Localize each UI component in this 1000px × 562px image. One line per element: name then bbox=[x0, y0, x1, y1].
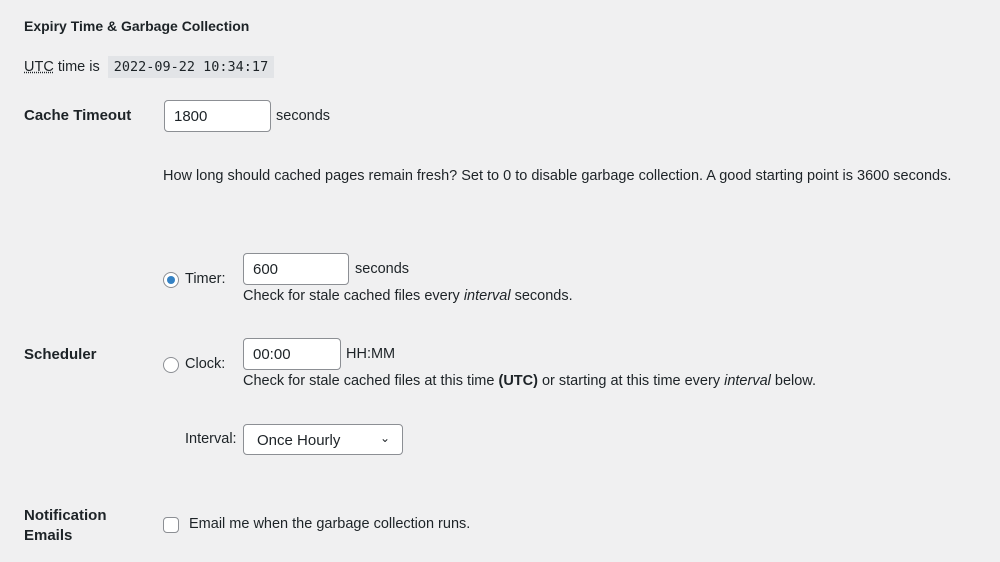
timer-desc-tail: seconds. bbox=[510, 288, 573, 304]
utc-time-row: UTC time is 2022-09-22 10:34:17 bbox=[24, 56, 275, 78]
timer-unit: seconds bbox=[355, 261, 410, 277]
timer-label: Timer: bbox=[185, 271, 226, 287]
interval-label: Interval: bbox=[185, 431, 237, 447]
timer-desc-text: Check for stale cached files every bbox=[243, 288, 464, 304]
clock-desc-utc: (UTC) bbox=[498, 373, 538, 389]
utc-prefix: time is bbox=[53, 59, 100, 75]
notification-emails-label: Notification Emails bbox=[24, 506, 107, 546]
timer-description: Check for stale cached files every inter… bbox=[243, 288, 573, 304]
cache-timeout-label: Cache Timeout bbox=[24, 107, 132, 124]
clock-desc-interval: interval bbox=[724, 373, 771, 389]
timer-radio[interactable] bbox=[163, 272, 179, 288]
clock-desc-mid: or starting at this time every bbox=[537, 373, 725, 389]
cache-timeout-unit: seconds bbox=[276, 108, 331, 124]
cache-timeout-description: How long should cached pages remain fres… bbox=[163, 168, 952, 184]
chevron-down-icon: ⌄ bbox=[379, 431, 390, 445]
clock-radio[interactable] bbox=[163, 357, 179, 373]
interval-selected-value: Once Hourly bbox=[257, 432, 341, 449]
timer-desc-interval: interval bbox=[463, 288, 511, 304]
clock-desc-text: Check for stale cached files at this tim… bbox=[243, 373, 499, 389]
clock-unit: HH:MM bbox=[346, 346, 396, 362]
clock-input[interactable] bbox=[243, 338, 341, 370]
interval-select[interactable]: Once Hourly ⌄ bbox=[243, 424, 403, 455]
utc-abbr: UTC bbox=[24, 59, 54, 75]
cache-timeout-input[interactable] bbox=[164, 100, 271, 132]
clock-label: Clock: bbox=[185, 356, 226, 372]
clock-description: Check for stale cached files at this tim… bbox=[243, 373, 816, 389]
notification-label-line1: Notification bbox=[24, 507, 107, 524]
section-title: Expiry Time & Garbage Collection bbox=[24, 18, 250, 34]
utc-time-value: 2022-09-22 10:34:17 bbox=[107, 56, 275, 78]
notification-label-line2: Emails bbox=[24, 527, 73, 544]
timer-input[interactable] bbox=[243, 253, 349, 285]
email-notification-label[interactable]: Email me when the garbage collection run… bbox=[189, 516, 470, 532]
email-notification-checkbox[interactable] bbox=[163, 517, 179, 533]
scheduler-label: Scheduler bbox=[24, 346, 97, 363]
clock-desc-tail: below. bbox=[770, 373, 817, 389]
